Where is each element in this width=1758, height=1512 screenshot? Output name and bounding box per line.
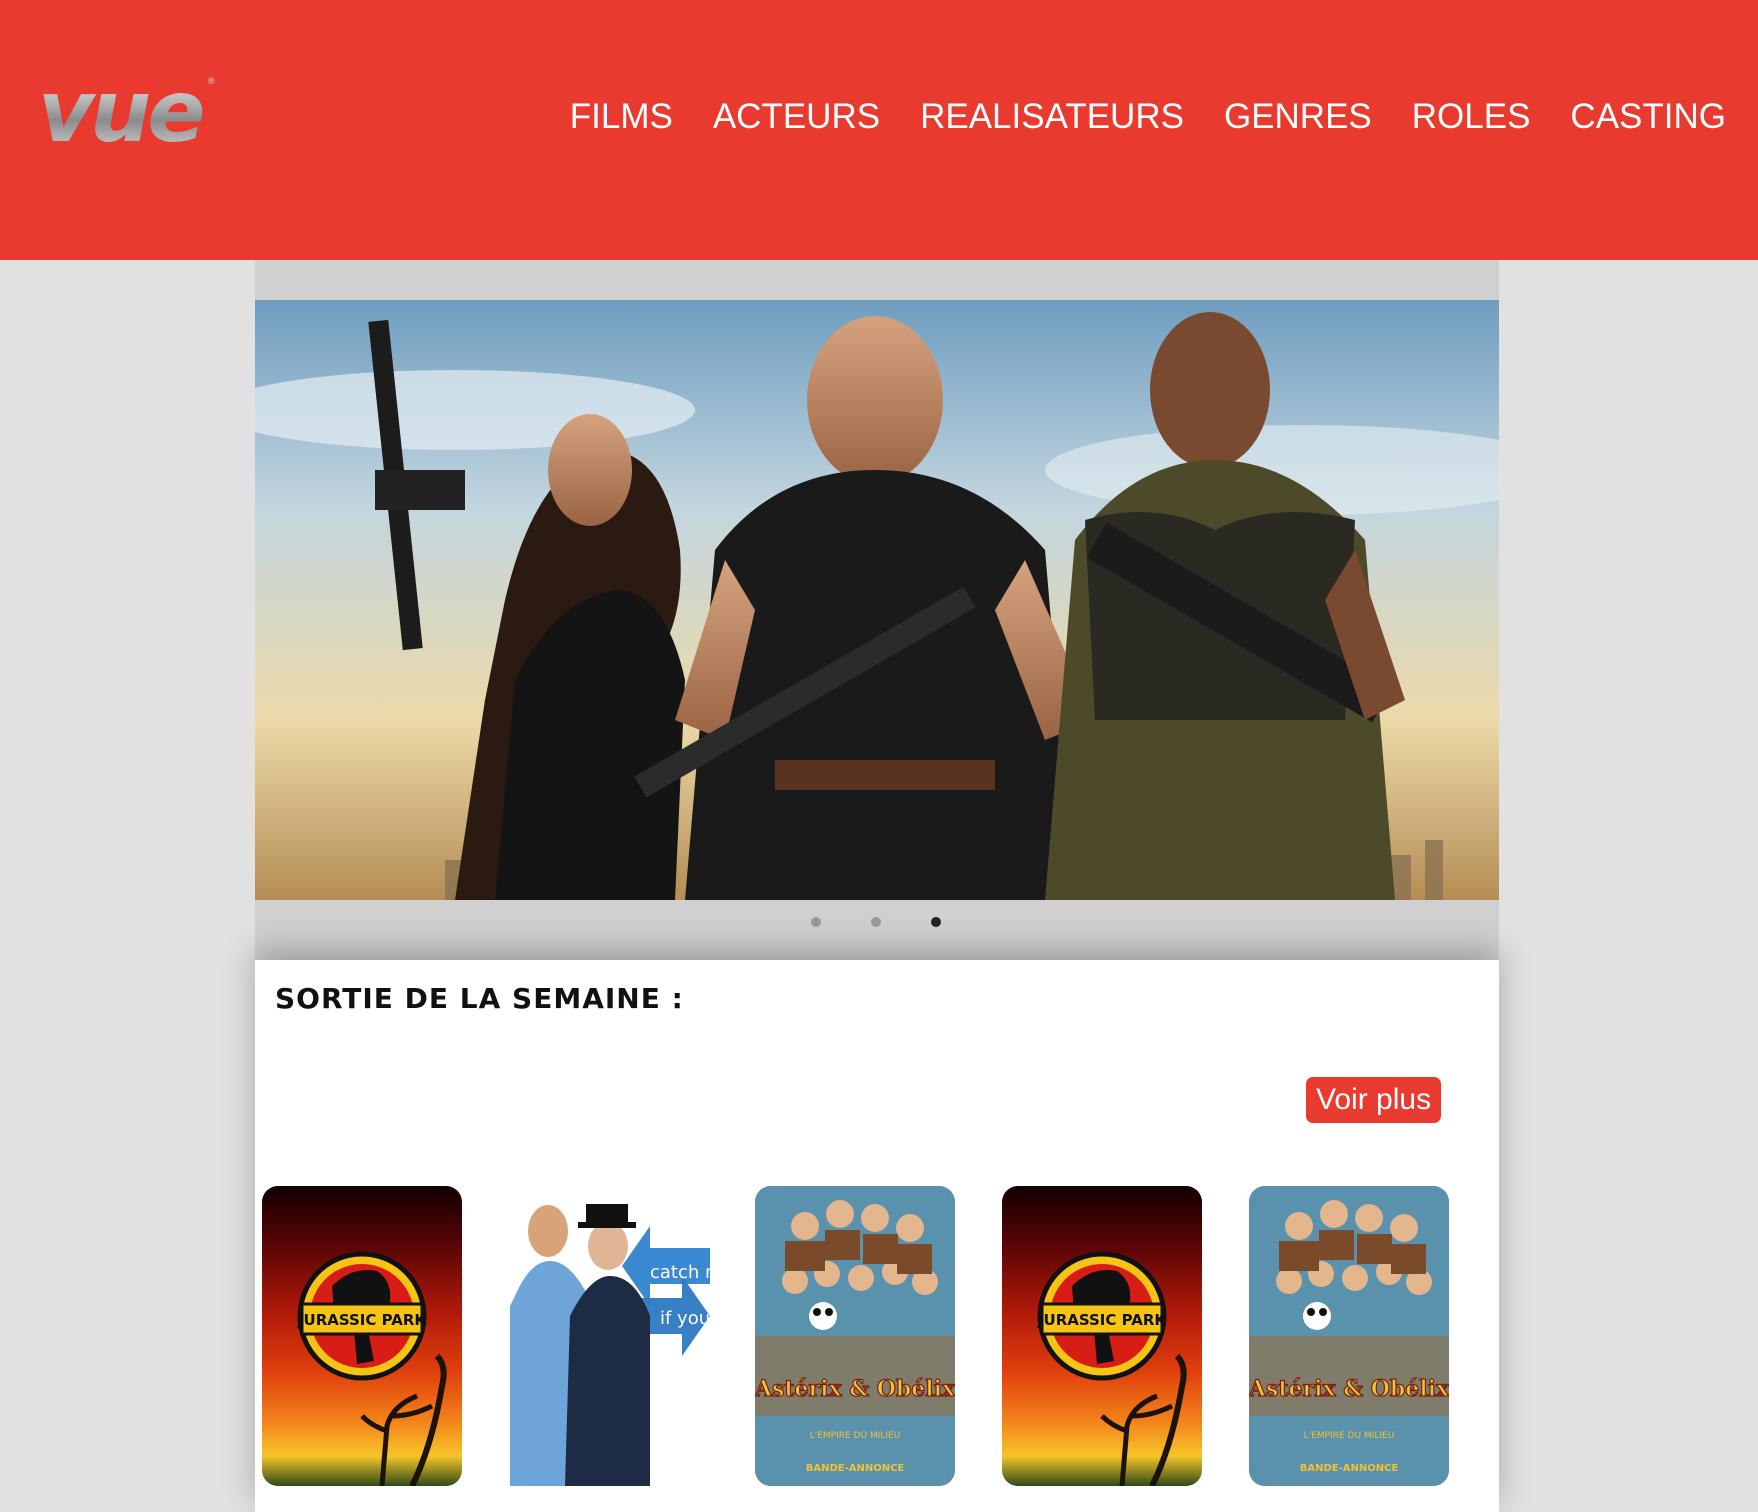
main-nav: FILMS ACTEURS REALISATEURS GENRES ROLES … <box>570 92 1726 142</box>
catch-me-artwork: catch me if you can <box>510 1186 710 1486</box>
asterix-tag-2: BANDE-ANNONCE <box>1300 1463 1399 1474</box>
carousel-dots <box>255 917 1499 937</box>
main-content: SORTIE DE LA SEMAINE : Voir plus JURASSI… <box>255 260 1499 1512</box>
asterix-title: Astérix & Obélix <box>755 1376 955 1402</box>
poster-asterix-obelix-2[interactable]: Astérix & Obélix L'EMPIRE DU MILIEU BAND… <box>1249 1186 1449 1486</box>
catch-me-line1: catch me <box>650 1262 710 1283</box>
see-more-button[interactable]: Voir plus <box>1306 1077 1442 1123</box>
asterix-subtitle: L'EMPIRE DU MILIEU <box>810 1431 901 1441</box>
section-title: SORTIE DE LA SEMAINE : <box>275 982 684 1015</box>
carousel-dot-3[interactable] <box>931 917 941 927</box>
poster-jurassic-park-2[interactable]: JURASSIC PARK <box>1002 1186 1202 1486</box>
logo-wordmark: vue <box>38 69 218 155</box>
hero-carousel <box>255 260 1499 960</box>
poster-asterix-obelix[interactable]: Astérix & Obélix L'EMPIRE DU MILIEU BAND… <box>755 1186 955 1486</box>
poster-catch-me-if-you-can[interactable]: catch me if you can <box>510 1186 710 1486</box>
asterix-tag: BANDE-ANNONCE <box>806 1463 905 1474</box>
poster-row: JURASSIC PARK catch me if you can <box>262 1186 1502 1486</box>
jurassic-park-artwork-2: JURASSIC PARK <box>1037 1251 1187 1486</box>
poster-jurassic-park[interactable]: JURASSIC PARK <box>262 1186 462 1486</box>
asterix-artwork: Astérix & Obélix L'EMPIRE DU MILIEU BAND… <box>755 1186 955 1486</box>
asterix-artwork-2: Astérix & Obélix L'EMPIRE DU MILIEU BAND… <box>1249 1186 1449 1486</box>
carousel-dot-1[interactable] <box>811 917 821 927</box>
nav-item-acteurs[interactable]: ACTEURS <box>713 92 880 142</box>
jurassic-logo-text-2: JURASSIC PARK <box>1037 1311 1167 1329</box>
asterix-title-2: Astérix & Obélix <box>1249 1376 1449 1402</box>
carousel-dot-2[interactable] <box>871 917 881 927</box>
action-movie-image <box>255 300 1499 900</box>
nav-item-roles[interactable]: ROLES <box>1412 92 1531 142</box>
carousel-slide[interactable] <box>255 300 1499 900</box>
registered-mark: ® <box>208 76 215 86</box>
weekly-releases: SORTIE DE LA SEMAINE : Voir plus JURASSI… <box>255 960 1499 1512</box>
nav-item-casting[interactable]: CASTING <box>1570 92 1726 142</box>
asterix-subtitle-2: L'EMPIRE DU MILIEU <box>1304 1431 1395 1441</box>
site-header: vue ® FILMS ACTEURS REALISATEURS GENRES … <box>0 0 1758 260</box>
catch-me-line2: if you can <box>660 1308 710 1329</box>
nav-item-films[interactable]: FILMS <box>570 92 673 142</box>
nav-item-genres[interactable]: GENRES <box>1224 92 1372 142</box>
jurassic-park-artwork: JURASSIC PARK <box>297 1251 447 1486</box>
nav-item-realisateurs[interactable]: REALISATEURS <box>920 92 1184 142</box>
jurassic-logo-text: JURASSIC PARK <box>297 1311 427 1329</box>
vue-logo[interactable]: vue ® <box>38 69 218 155</box>
